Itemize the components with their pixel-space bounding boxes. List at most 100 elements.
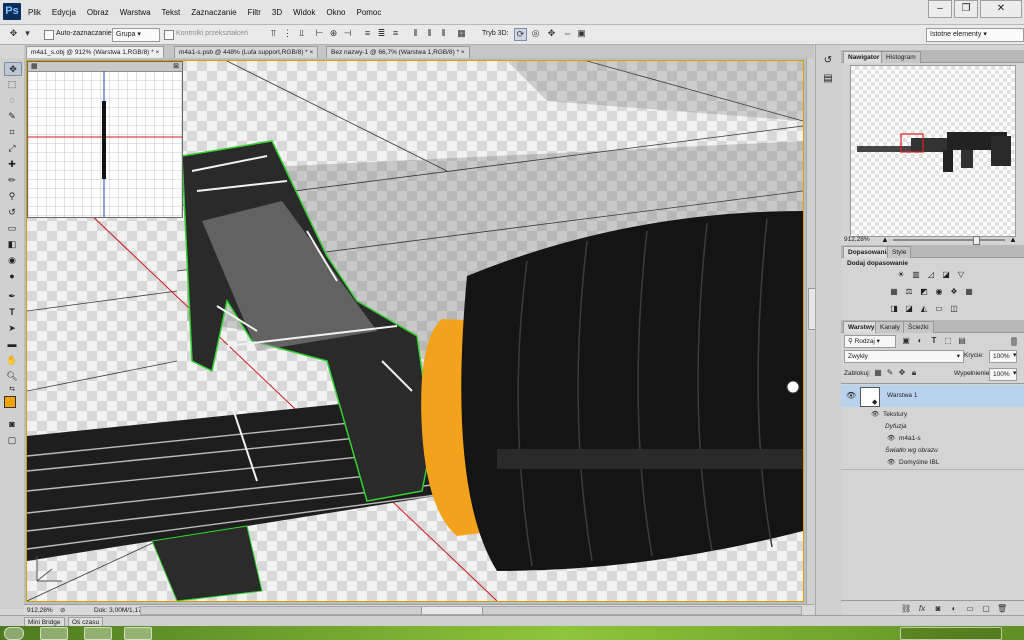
channel-mixer-icon[interactable]: ❖ <box>949 287 959 297</box>
distribute-bottom-icon[interactable]: ≡ <box>390 28 401 39</box>
close-tab-icon[interactable]: × <box>461 49 465 56</box>
distribute-top-icon[interactable]: ≡ <box>362 28 373 39</box>
eraser-tool-icon[interactable]: ▭ <box>4 222 20 234</box>
menu-widok[interactable]: Widok <box>293 8 315 17</box>
filter-toggle[interactable] <box>1011 337 1017 346</box>
filter-smart-object-icon[interactable]: ▤ <box>957 336 967 346</box>
tab-paths[interactable]: Ścieżki <box>903 321 934 333</box>
pen-tool-icon[interactable]: ✒ <box>4 290 20 302</box>
tab-histogram[interactable]: Histogram <box>881 51 921 63</box>
workspace-dropdown[interactable]: Istotne elementy ▾ <box>926 28 1024 42</box>
taskbar-app[interactable] <box>40 627 68 640</box>
menu-obraz[interactable]: Obraz <box>87 8 109 17</box>
filter-pixel-icon[interactable]: ▣ <box>901 336 911 346</box>
layer-name[interactable]: Warstwa 1 <box>887 392 917 399</box>
crop-tool-icon[interactable]: ⌗ <box>4 126 20 138</box>
align-top-icon[interactable]: ⫪ <box>268 28 279 39</box>
move-tool-icon[interactable]: ✥ <box>4 62 22 76</box>
menu-plik[interactable]: Plik <box>28 8 41 17</box>
navigator-zoom-value[interactable]: 912,28% <box>844 236 870 243</box>
axis-gizmo[interactable] <box>36 556 62 582</box>
navigator-preview[interactable] <box>850 65 1016 237</box>
posterize-icon[interactable]: ◪ <box>904 304 914 314</box>
menu-edycja[interactable]: Edycja <box>52 8 76 17</box>
align-left-icon[interactable]: ⊢ <box>314 28 325 39</box>
zoom-slider[interactable] <box>893 239 1005 241</box>
hue-saturation-icon[interactable]: ▦ <box>889 287 899 297</box>
taskbar-app[interactable] <box>84 627 112 640</box>
align-bottom-icon[interactable]: ⫫ <box>296 28 307 39</box>
scale-3d-icon[interactable]: ▣ <box>576 28 587 39</box>
diffuse-texture-row[interactable]: 👁︎ m4a1-s <box>841 433 1024 444</box>
auto-select-dropdown[interactable]: Grupa ▾ <box>112 28 160 42</box>
lasso-tool-icon[interactable]: ◌ <box>4 94 20 106</box>
distribute-middle-icon[interactable]: ≣ <box>376 28 387 39</box>
layer-row-warstwa-1[interactable]: 👁︎ ◆ Warstwa 1 <box>841 385 1024 407</box>
color-balance-icon[interactable]: ⚖ <box>904 287 914 297</box>
layer-filter-dropdown[interactable]: ⚲ Rodzaj ▾ <box>844 335 896 348</box>
history-panel-icon[interactable]: ↺ <box>820 55 836 69</box>
distribute-center-icon[interactable]: ⦀ <box>424 28 435 39</box>
menu-okno[interactable]: Okno <box>326 8 345 17</box>
menu-pomoc[interactable]: Pomoc <box>356 8 381 17</box>
close-button[interactable]: ✕ <box>980 0 1022 18</box>
canvas[interactable]: ▦ ⊠ <box>26 60 804 602</box>
healing-brush-tool-icon[interactable]: ✚ <box>4 158 20 170</box>
blur-tool-icon[interactable]: ◉ <box>4 254 20 266</box>
tab-styles[interactable]: Style <box>887 246 912 258</box>
curves-icon[interactable]: ◿ <box>926 270 936 280</box>
eyedropper-tool-icon[interactable]: ⤢ <box>4 142 20 154</box>
distribute-right-icon[interactable]: ⦀ <box>438 28 449 39</box>
filter-shape-icon[interactable]: ⬚ <box>943 336 953 346</box>
screen-mode-icon[interactable]: ▢ <box>4 434 20 446</box>
align-middle-icon[interactable]: ⋮ <box>282 28 293 39</box>
type-tool-icon[interactable]: T <box>4 306 20 318</box>
lock-pixels-icon[interactable]: ✎ <box>885 368 895 378</box>
brush-tool-icon[interactable]: ✏ <box>4 174 20 186</box>
menu-filtr[interactable]: Filtr <box>248 8 261 17</box>
view-menu-icon[interactable]: ▦ <box>31 62 38 70</box>
color-lookup-icon[interactable]: ▦ <box>964 287 974 297</box>
menu-zaznaczanie[interactable]: Zaznaczanie <box>191 8 236 17</box>
lock-transparency-icon[interactable]: ▦ <box>873 368 883 378</box>
visibility-eye-icon[interactable]: 👁︎ <box>846 391 856 400</box>
fill-arrow-icon[interactable]: ▾ <box>1013 369 1017 377</box>
auto-align-icon[interactable]: ▦ <box>456 28 467 39</box>
minimize-button[interactable]: – <box>928 0 952 18</box>
system-tray[interactable] <box>900 627 1002 640</box>
marquee-tool-icon[interactable]: ⬚ <box>4 78 20 90</box>
clone-stamp-tool-icon[interactable]: ⚲ <box>4 190 20 202</box>
vibrance-icon[interactable]: ▽ <box>956 270 966 280</box>
link-layers-icon[interactable]: ⛓ <box>901 604 911 614</box>
path-selection-tool-icon[interactable]: ➤ <box>4 322 20 334</box>
tab-m4a1-psb[interactable]: m4a1-s.psb @ 448% (Lufa support,RGB/8) *… <box>174 46 319 58</box>
black-white-icon[interactable]: ◩ <box>919 287 929 297</box>
auto-select-checkbox[interactable] <box>44 30 54 40</box>
vertical-scrollbar[interactable] <box>806 58 816 604</box>
align-right-icon[interactable]: ⊣ <box>342 28 353 39</box>
blend-mode-dropdown[interactable]: Zwykły ▾ <box>844 350 964 363</box>
zoom-in-icon[interactable]: ▲ <box>1009 235 1017 244</box>
visibility-eye-icon[interactable]: 👁︎ <box>887 434 895 442</box>
menu-warstwa[interactable]: Warstwa <box>120 8 151 17</box>
add-mask-icon[interactable]: ◙ <box>933 604 943 614</box>
new-layer-icon[interactable]: ▢ <box>981 604 991 614</box>
ibl-item-row[interactable]: 👁︎ Domyślne IBL <box>841 457 1024 468</box>
layer-style-icon[interactable]: fx <box>917 604 927 614</box>
tab-channels[interactable]: Kanały <box>875 321 905 333</box>
zoom-slider-handle[interactable] <box>973 236 980 245</box>
gradient-map-icon[interactable]: ▭ <box>934 304 944 314</box>
hand-tool-icon[interactable]: ✋ <box>4 354 20 366</box>
levels-icon[interactable]: ▥ <box>911 270 921 280</box>
tab-bez-nazwy[interactable]: Bez nazwy-1 @ 66,7% (Warstwa 1,RGB/8) * … <box>326 46 470 58</box>
rotate-3d-icon[interactable]: ⟳ <box>514 28 527 41</box>
shape-tool-icon[interactable]: ▬ <box>4 338 20 350</box>
properties-panel-icon[interactable]: ▤ <box>820 73 836 87</box>
taskbar-app[interactable] <box>124 627 152 640</box>
visibility-eye-icon[interactable]: 👁︎ <box>887 458 895 466</box>
threshold-icon[interactable]: ◭ <box>919 304 929 314</box>
exposure-icon[interactable]: ◪ <box>941 270 951 280</box>
close-view-icon[interactable]: ⊠ <box>173 62 179 70</box>
filter-type-icon[interactable]: T <box>929 336 939 346</box>
photo-filter-icon[interactable]: ◉ <box>934 287 944 297</box>
